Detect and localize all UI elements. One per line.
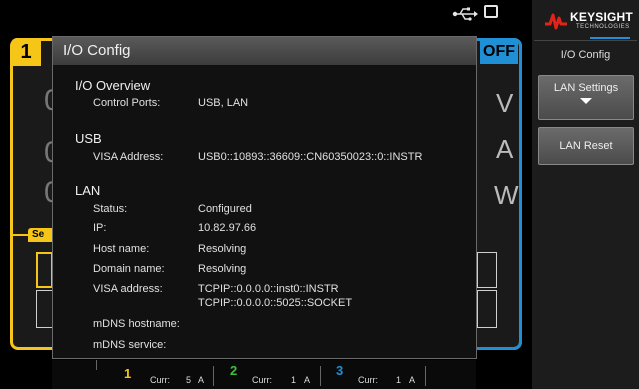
bottom-ch1-number[interactable]: 1 — [124, 366, 131, 381]
current-setting-box[interactable] — [36, 290, 53, 328]
lan-domain-label: Domain name: — [93, 263, 165, 275]
usb-visa-value: USB0::10893::36609::CN60350023::0::INSTR — [198, 151, 423, 163]
bottom-ch2-number[interactable]: 2 — [230, 363, 237, 378]
unit-watts: W — [494, 180, 519, 210]
lan-ip-label: IP: — [93, 222, 107, 234]
right-setting-box[interactable] — [477, 252, 497, 288]
lan-hostname-value: Resolving — [198, 243, 247, 255]
lan-settings-label: LAN Settings — [553, 82, 619, 94]
brand-underline — [590, 37, 630, 39]
output-state-badge[interactable]: OFF — [480, 40, 518, 64]
keysight-logo-icon — [545, 13, 567, 30]
dialog-title-bar: I/O Config — [53, 37, 476, 65]
usb-icon — [452, 7, 478, 21]
lan-visa-socket-value: TCPIP::0.0.0.0::5025::SOCKET — [198, 297, 353, 309]
bottom-ch1-curr-value: 5 — [186, 375, 192, 385]
bottom-ch3-number[interactable]: 3 — [336, 363, 343, 378]
bottom-ch2-curr-label: Curr: — [252, 375, 272, 385]
bottom-ch3-curr-label: Curr: — [358, 375, 378, 385]
usb-visa-label: VISA Address: — [93, 151, 164, 163]
unit-volts: V — [496, 88, 514, 118]
lan-reset-softkey[interactable]: LAN Reset — [538, 127, 634, 165]
mdns-hostname-label: mDNS hostname: — [93, 318, 180, 330]
bottom-ch2-curr-unit: A — [304, 375, 311, 385]
bar-divider-2 — [320, 366, 321, 386]
lan-reset-label: LAN Reset — [559, 140, 613, 152]
bottom-ch3-curr-unit: A — [409, 375, 416, 385]
lan-domain-value: Resolving — [198, 263, 247, 275]
lan-status-value: Configured — [198, 203, 252, 215]
unit-amps: A — [496, 134, 514, 164]
usb-heading: USB — [75, 131, 102, 146]
menu-divider — [534, 40, 637, 41]
mdns-service-label: mDNS service: — [93, 339, 167, 351]
menu-title: I/O Config — [560, 49, 611, 61]
dialog-title: I/O Config — [63, 42, 131, 59]
lan-hostname-label: Host name: — [93, 243, 150, 255]
io-overview-heading: I/O Overview — [75, 78, 151, 93]
voltage-setting-box[interactable] — [36, 252, 53, 288]
control-ports-value: USB, LAN — [198, 97, 249, 109]
control-ports-label: Control Ports: — [93, 97, 161, 109]
bottom-ch3-curr-value: 1 — [396, 375, 402, 385]
bar-divider-3 — [425, 366, 426, 386]
lan-settings-softkey[interactable]: LAN Settings — [538, 75, 634, 120]
lan-status-label: Status: — [93, 203, 128, 215]
lan-ip-value: 10.82.97.66 — [198, 222, 257, 234]
arrow-down-icon — [580, 98, 592, 104]
bottom-ch1-curr-unit: A — [198, 375, 205, 385]
bar-tick — [96, 360, 97, 370]
lan-visa-value: TCPIP::0.0.0.0::inst0::INSTR — [198, 283, 339, 295]
bottom-ch1-curr-label: Curr: — [150, 375, 170, 385]
lan-visa-label: VISA address: — [93, 283, 163, 295]
right-setting-box-2[interactable] — [477, 290, 497, 328]
bottom-ch2-curr-value: 1 — [291, 375, 297, 385]
lan-icon — [484, 5, 498, 18]
brand-name: KEYSIGHT — [570, 10, 633, 24]
bar-divider — [213, 366, 214, 386]
lan-heading: LAN — [75, 183, 101, 198]
channel-number[interactable]: 1 — [11, 38, 41, 66]
brand-subtitle: TECHNOLOGIES — [576, 24, 630, 30]
